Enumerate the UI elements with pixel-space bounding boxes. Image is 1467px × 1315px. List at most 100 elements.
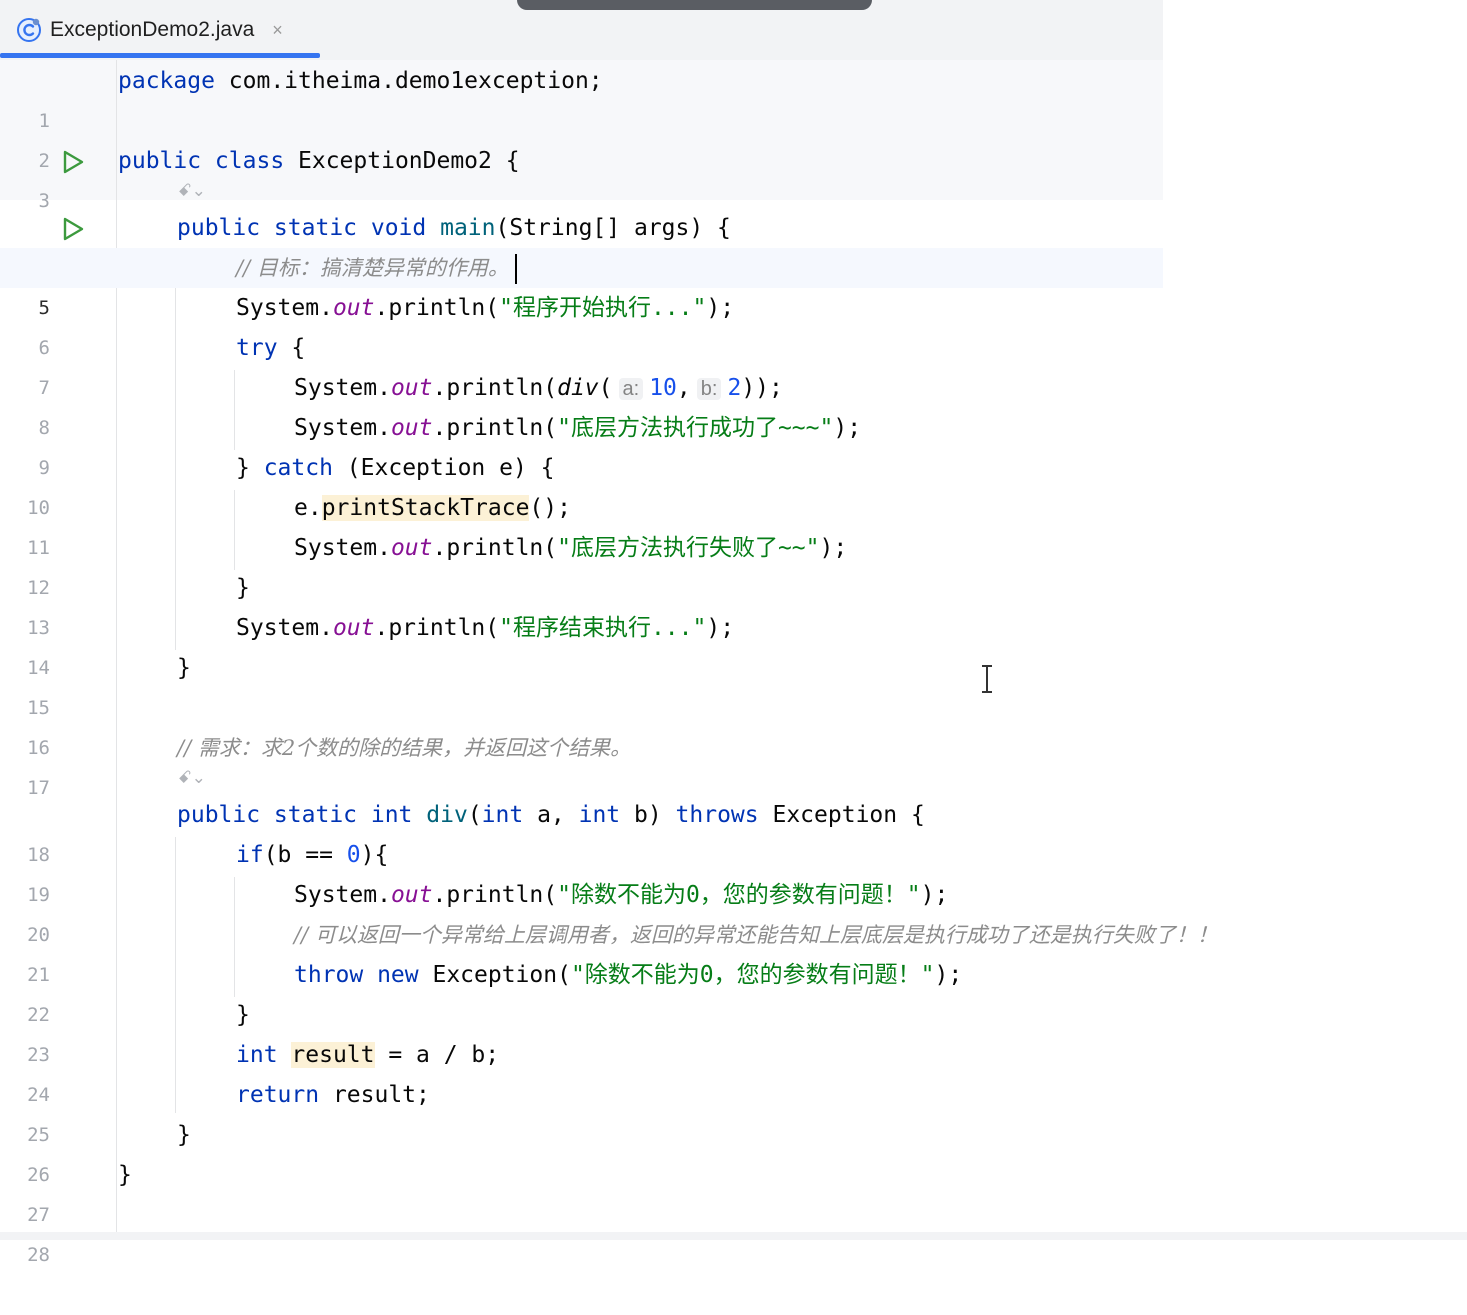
string-literal: "除数不能为0，您的参数有问题！" bbox=[570, 962, 935, 988]
code-text: a, bbox=[523, 802, 579, 828]
code-text: )); bbox=[741, 375, 783, 401]
code-line-8[interactable]: 8 System.out.println(div(a: 10, b: 2)); bbox=[0, 368, 1467, 439]
code-text: com.itheima.demo1exception; bbox=[214, 68, 603, 94]
code-text: ( bbox=[467, 802, 482, 828]
code-line-28[interactable]: 28 bbox=[0, 1195, 1467, 1266]
code-line-15[interactable]: 15 } bbox=[0, 648, 1467, 719]
code-text: ){ bbox=[360, 842, 389, 868]
keyword: return bbox=[236, 1082, 320, 1108]
code-text: System. bbox=[236, 295, 333, 321]
parameter-hint: a: bbox=[618, 378, 644, 400]
code-line-20[interactable]: 20 System.out.println("除数不能为0，您的参数有问题！")… bbox=[0, 875, 1467, 946]
code-text: } bbox=[236, 575, 250, 601]
number-literal: 2 bbox=[727, 375, 742, 401]
code-lens-icon[interactable]: ꗃ⌄ bbox=[178, 768, 206, 794]
code-line-18[interactable]: 18 public static int div(int a, int b) t… bbox=[0, 795, 1467, 866]
code-text: .println( bbox=[432, 535, 558, 561]
code-text: b) bbox=[620, 802, 676, 828]
code-text: ); bbox=[706, 615, 735, 641]
comment: // 需求：求2个数的除的结果，并返回这个结果。 bbox=[177, 736, 632, 760]
code-text: ); bbox=[819, 535, 848, 561]
keyword: public static void bbox=[177, 215, 427, 241]
run-icon[interactable] bbox=[60, 216, 86, 242]
field: out bbox=[332, 295, 375, 321]
code-text: .println( bbox=[374, 615, 500, 641]
text-caret bbox=[514, 253, 517, 284]
code-line-5[interactable]: 5 // 目标：搞清楚异常的作用。 bbox=[0, 248, 1163, 319]
code-line-1[interactable]: 1 package com.itheima.demo1exception; bbox=[0, 61, 1467, 132]
code-text: .println( bbox=[432, 882, 558, 908]
code-text: e. bbox=[294, 495, 322, 521]
code-line-9[interactable]: 9 System.out.println("底层方法执行成功了~~~"); bbox=[0, 408, 1467, 479]
code-text: System. bbox=[294, 375, 391, 401]
code-text: } bbox=[177, 1122, 191, 1148]
code-line-12[interactable]: 12 System.out.println("底层方法执行失败了~~"); bbox=[0, 528, 1467, 599]
code-text: , bbox=[676, 375, 691, 401]
code-line-13[interactable]: 13 } bbox=[0, 568, 1467, 639]
comment: // 目标：搞清楚异常的作用。 bbox=[236, 256, 509, 280]
code-line-23[interactable]: 23 } bbox=[0, 995, 1467, 1066]
code-text: result; bbox=[319, 1082, 430, 1108]
code-line-26[interactable]: 26 } bbox=[0, 1115, 1467, 1186]
keyword: int bbox=[236, 1042, 278, 1068]
code-line-19[interactable]: 19 if(b == 0){ bbox=[0, 835, 1467, 906]
code-text: .println( bbox=[432, 375, 558, 401]
code-line-17[interactable]: 17 // 需求：求2个数的除的结果，并返回这个结果。 bbox=[0, 728, 1467, 799]
keyword: public class bbox=[118, 148, 285, 174]
code-text: } bbox=[177, 655, 191, 681]
highlighted-method: printStackTrace bbox=[321, 495, 530, 521]
keyword: throws bbox=[675, 802, 759, 828]
keyword: try bbox=[236, 335, 278, 361]
field: out bbox=[390, 375, 433, 401]
code-line-27[interactable]: 27 } bbox=[0, 1155, 1467, 1226]
code-text: } bbox=[118, 1162, 132, 1188]
code-text: { bbox=[277, 335, 306, 361]
code-lens-icon[interactable]: ꗃ⌄ bbox=[178, 181, 206, 207]
code-line-10[interactable]: 10 } catch (Exception e) { bbox=[0, 448, 1467, 519]
code-text: ); bbox=[706, 295, 735, 321]
code-line-2[interactable]: 2 bbox=[0, 101, 1467, 172]
run-icon[interactable] bbox=[60, 149, 86, 175]
keyword: catch bbox=[263, 455, 333, 481]
method-call: div bbox=[557, 375, 599, 401]
code-text: ); bbox=[920, 882, 949, 908]
highlighted-variable: result bbox=[291, 1042, 375, 1068]
code-editor[interactable]: 1 package com.itheima.demo1exception; 2 … bbox=[0, 0, 1467, 1266]
string-literal: "底层方法执行成功了~~~" bbox=[557, 415, 834, 441]
field: out bbox=[390, 535, 433, 561]
string-literal: "除数不能为0，您的参数有问题！" bbox=[557, 882, 921, 908]
keyword: if bbox=[236, 842, 264, 868]
method-name: div bbox=[426, 802, 468, 828]
code-line-22[interactable]: 22 throw new Exception("除数不能为0，您的参数有问题！"… bbox=[0, 955, 1467, 1026]
code-line-6[interactable]: 6 System.out.println("程序开始执行..."); bbox=[0, 288, 1467, 359]
code-text: } bbox=[236, 1002, 250, 1028]
code-line-24[interactable]: 24 int result = a / b; bbox=[0, 1035, 1467, 1106]
keyword: int bbox=[578, 802, 621, 828]
bottom-edge bbox=[0, 1232, 1467, 1240]
string-literal: "底层方法执行失败了~~" bbox=[557, 535, 820, 561]
string-literal: "程序结束执行..." bbox=[499, 615, 707, 641]
code-line-3[interactable]: 3 public class ExceptionDemo2 { bbox=[0, 141, 1467, 212]
code-text: System. bbox=[294, 882, 391, 908]
number-literal: 0 bbox=[346, 842, 361, 868]
code-text: (Exception e) { bbox=[332, 455, 555, 481]
code-line-4[interactable]: 4 public static void main(String[] args)… bbox=[0, 208, 1467, 279]
string-literal: "程序开始执行..." bbox=[499, 295, 707, 321]
code-text: = a / b; bbox=[374, 1042, 500, 1068]
i-beam-cursor-icon bbox=[982, 665, 992, 693]
field: out bbox=[390, 882, 433, 908]
keyword: throw new bbox=[294, 962, 419, 988]
keyword: int bbox=[481, 802, 524, 828]
code-line-16[interactable]: 16 bbox=[0, 688, 1467, 759]
code-line-21[interactable]: 21 // 可以返回一个异常给上层调用者，返回的异常还能告知上层底层是执行成功了… bbox=[0, 915, 1467, 986]
code-line-7[interactable]: 7 try { bbox=[0, 328, 1467, 399]
code-line-11[interactable]: 11 e.printStackTrace(); bbox=[0, 488, 1467, 559]
comment: // 可以返回一个异常给上层调用者，返回的异常还能告知上层底层是执行成功了还是执… bbox=[294, 923, 1218, 947]
code-text: Exception( bbox=[418, 962, 571, 988]
code-line-14[interactable]: 14 System.out.println("程序结束执行..."); bbox=[0, 608, 1467, 679]
code-text: System. bbox=[294, 535, 391, 561]
keyword: package bbox=[118, 68, 215, 94]
code-text: System. bbox=[294, 415, 391, 441]
code-text: .println( bbox=[432, 415, 558, 441]
code-line-25[interactable]: 25 return result; bbox=[0, 1075, 1467, 1146]
